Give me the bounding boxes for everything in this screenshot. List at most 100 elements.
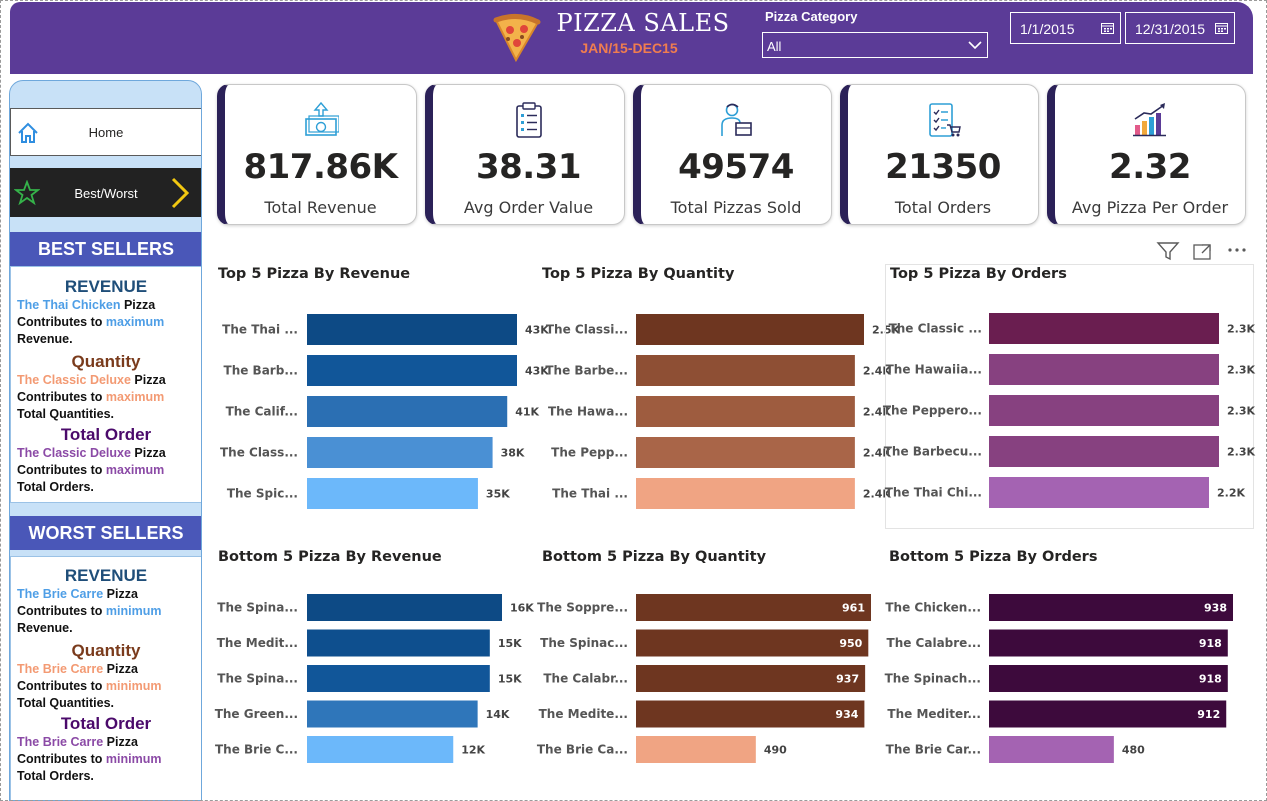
category-label: The Thai Chi... (885, 486, 982, 500)
kpi-label: Total Pizzas Sold (670, 198, 802, 217)
bar (989, 594, 1233, 621)
home-button[interactable]: Home (10, 108, 201, 156)
best-sellers-heading: BEST SELLERS (10, 232, 201, 266)
worst-orders-line-2: Contributes to minimum (17, 752, 162, 766)
bar (636, 736, 756, 763)
worst-revenue-line-2: Contributes to minimum (17, 604, 162, 618)
chart-plot: The Thai ... 43KThe Barb... 43KThe Calif..… (220, 314, 549, 509)
best-quantity-title: Quantity (71, 352, 141, 371)
bar (307, 665, 490, 692)
bar (989, 629, 1228, 657)
data-label: 2.3K (1227, 323, 1255, 336)
kpi-card-avg-order-value: 38.31 Avg Order Value (425, 84, 625, 225)
worst-quantity-title: Quantity (71, 641, 141, 660)
bar (989, 477, 1209, 508)
worst-revenue-line-1: The Brie Carre Pizza (17, 587, 138, 601)
bar (636, 594, 871, 621)
data-label: 490 (764, 744, 787, 757)
best-worst-button[interactable]: Best/Worst (10, 168, 201, 217)
category-label: The Calabr... (543, 672, 628, 686)
category-label: The Class... (220, 446, 298, 460)
bar (636, 478, 855, 509)
category-label: The Classic ... (889, 322, 982, 336)
chart-top5-revenue: Top 5 Pizza By Revenue The Thai ... 43K Th… (218, 266, 549, 516)
app-title: PIZZA SALES (556, 9, 730, 37)
best-worst-label: Best/Worst (74, 186, 138, 201)
chevron-down-icon (968, 41, 982, 50)
kpi-value: 21350 (885, 147, 1001, 187)
bar (989, 313, 1219, 344)
kpi-value: 2.32 (1109, 147, 1191, 187)
kpi-label: Total Revenue (264, 198, 377, 217)
worst-sellers-panel: REVENUE The Brie Carre Pizza Contributes… (10, 556, 201, 800)
category-label: The Barbe... (545, 364, 628, 378)
start-date-input[interactable]: 1/1/2015 (1010, 12, 1121, 44)
category-label: The Hawa... (548, 405, 628, 419)
date-range-subtitle: JAN/15-DEC15 (580, 40, 678, 56)
bar (307, 700, 478, 728)
best-revenue-line-2: Contributes to maximum (17, 315, 165, 329)
filter-icon[interactable] (1156, 242, 1180, 261)
bar (989, 700, 1227, 728)
calendar-icon[interactable] (1215, 22, 1228, 34)
kpi-value: 817.86K (243, 147, 398, 187)
category-label: The Thai ... (552, 487, 628, 501)
bar (307, 437, 493, 468)
bar (307, 355, 517, 386)
visual-header-toolbar (1156, 242, 1246, 261)
kpi-card-avg-pizza-per-order: 2.32 Avg Pizza Per Order (1047, 84, 1246, 225)
chart-bottom5-quantity: Bottom 5 Pizza By Quantity The Soppre...… (537, 549, 872, 779)
category-label: The Calabre... (887, 636, 981, 650)
best-revenue-line-3: Revenue. (17, 332, 73, 346)
category-label: The Brie C... (215, 743, 298, 757)
data-label: 937 (836, 673, 859, 686)
category-label: The Classi... (546, 323, 628, 337)
bar (636, 437, 855, 468)
end-date-value: 12/31/2015 (1135, 21, 1206, 37)
worst-quantity-line-2: Contributes to minimum (17, 679, 162, 693)
pizza-icon (493, 14, 541, 62)
kpi-label: Avg Order Value (463, 198, 594, 217)
data-label: 2.3K (1227, 446, 1255, 459)
bar (307, 478, 478, 509)
bar (989, 736, 1114, 763)
data-label: 938 (1204, 602, 1227, 615)
best-sellers-panel: REVENUE The Thai Chicken Pizza Contribut… (10, 266, 201, 503)
chart-plot: The Spina... 16K The Medit... 15K The Spina.… (215, 594, 534, 763)
growth-chart-icon (1133, 103, 1166, 137)
bar (989, 436, 1219, 467)
kpi-card-total-revenue: 817.86K Total Revenue (217, 84, 417, 225)
category-label: The Medit... (217, 636, 298, 650)
category-label: The Calif... (226, 405, 298, 419)
bar (636, 629, 869, 657)
data-label: 38K (501, 447, 525, 460)
bar (636, 665, 866, 692)
data-label: 918 (1199, 673, 1222, 686)
data-label: 16K (510, 602, 534, 615)
more-options-icon[interactable] (1228, 248, 1246, 252)
bar (307, 736, 454, 763)
worst-sellers-heading: WORST SELLERS (10, 516, 201, 550)
data-label: 961 (842, 602, 865, 615)
pizza-category-dropdown[interactable]: All (762, 32, 988, 58)
best-orders-line-1: The Classic Deluxe Pizza (17, 446, 166, 460)
category-label: The Barb... (224, 364, 298, 378)
pizza-category-label: Pizza Category (765, 9, 858, 24)
best-quantity-line-2: Contributes to maximum (17, 390, 165, 404)
category-label: The Hawaiia... (886, 363, 982, 377)
focus-mode-icon[interactable] (1193, 244, 1211, 260)
worst-orders-line-3: Total Orders. (17, 769, 94, 783)
data-label: 14K (486, 708, 510, 721)
calendar-icon[interactable] (1101, 22, 1114, 34)
chevron-right-icon (171, 177, 190, 209)
best-orders-title: Total Order (60, 425, 152, 444)
data-label: 934 (835, 708, 858, 721)
worst-orders-title: Total Order (60, 714, 152, 733)
category-label: The Spic... (227, 487, 298, 501)
category-label: The Soppre... (537, 601, 628, 615)
bar (307, 314, 517, 345)
end-date-input[interactable]: 12/31/2015 (1125, 12, 1235, 44)
data-label: 2.3K (1227, 364, 1255, 377)
bar (636, 314, 864, 345)
category-label: The Peppero... (883, 404, 982, 418)
